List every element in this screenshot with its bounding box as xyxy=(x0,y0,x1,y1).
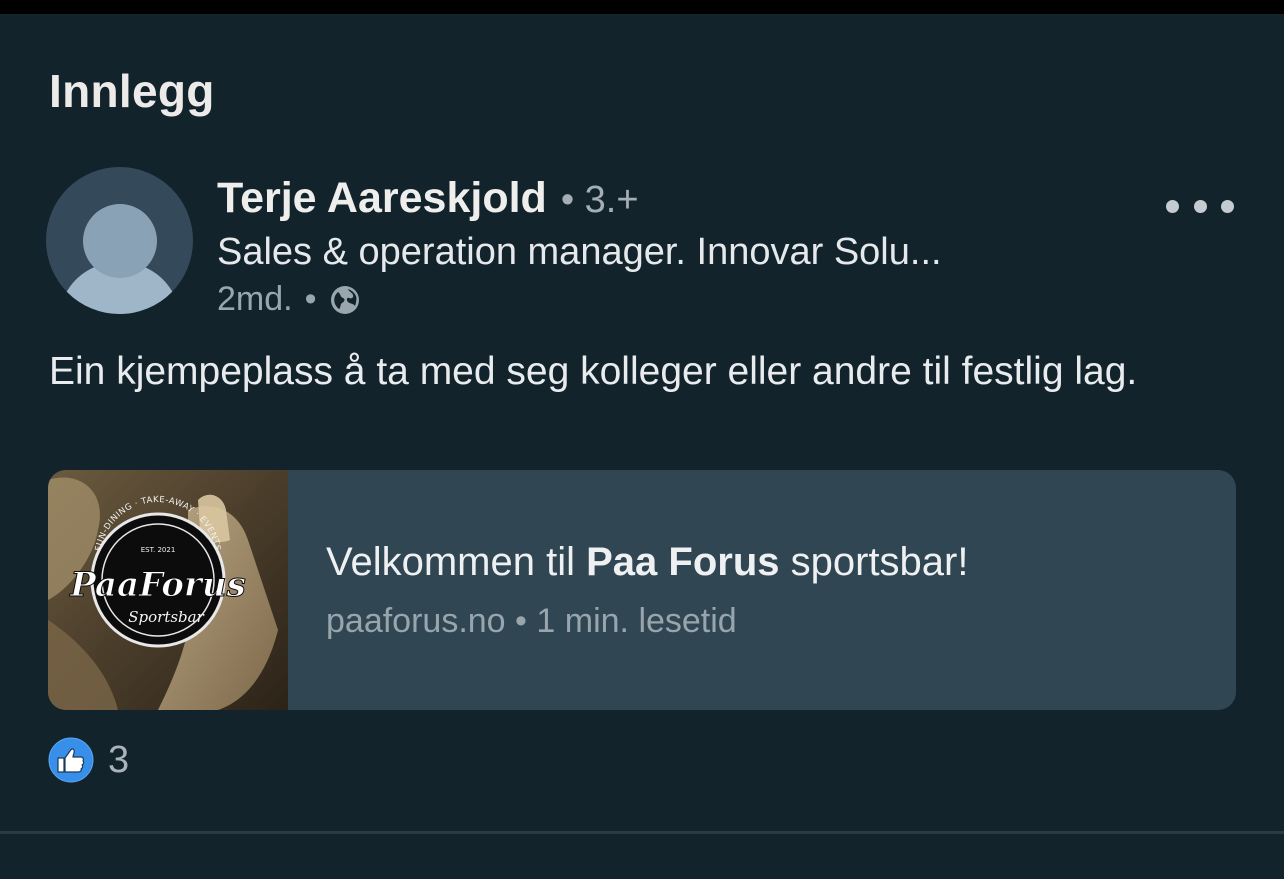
post-divider xyxy=(0,831,1284,834)
logo-sub-text: Sportsbar xyxy=(128,608,204,626)
status-bar-strip xyxy=(0,0,1284,14)
author-headline: Sales & operation manager. Innovar Solu.… xyxy=(217,231,942,273)
link-domain: paaforus.no xyxy=(326,602,506,640)
section-title: Innlegg xyxy=(49,65,215,117)
link-meta-separator: • xyxy=(515,602,527,640)
more-options-icon[interactable] xyxy=(1160,190,1240,222)
more-dot xyxy=(1221,199,1234,213)
logo-est-text: EST. 2021 xyxy=(141,546,176,554)
logo-main-text: PaaForus xyxy=(69,565,245,605)
post-text: Ein kjempeplass å ta med seg kolleger el… xyxy=(49,350,1138,393)
link-thumbnail: FUN-DINING · TAKE-AWAY · EVENTS EST. 202… xyxy=(48,470,288,710)
author-name[interactable]: Terje Aareskjold xyxy=(217,174,547,223)
meta-separator: • xyxy=(304,280,317,318)
link-title-prefix: Velkommen til xyxy=(326,540,587,584)
link-title-bold: Paa Forus xyxy=(586,540,780,584)
link-title: Velkommen til Paa Forus sportsbar! xyxy=(326,540,968,585)
post-meta: 2md. • xyxy=(217,280,361,319)
author-avatar[interactable] xyxy=(46,167,193,314)
globe-icon xyxy=(330,285,359,314)
reactions-summary[interactable]: 3 xyxy=(48,737,129,783)
like-icon xyxy=(48,737,94,783)
avatar-silhouette-head xyxy=(83,204,157,278)
more-dot xyxy=(1166,199,1179,213)
connection-degree: • 3.+ xyxy=(560,179,639,221)
link-preview-card[interactable]: FUN-DINING · TAKE-AWAY · EVENTS EST. 202… xyxy=(48,470,1236,710)
post-age: 2md. xyxy=(217,280,293,318)
link-title-suffix: sportsbar! xyxy=(779,540,969,584)
link-read-time: 1 min. lesetid xyxy=(536,602,737,640)
more-dot xyxy=(1193,199,1207,213)
author-line: Terje Aareskjold • 3.+ xyxy=(217,174,639,223)
reaction-count: 3 xyxy=(108,738,130,781)
link-meta: paaforus.no • 1 min. lesetid xyxy=(326,602,737,641)
